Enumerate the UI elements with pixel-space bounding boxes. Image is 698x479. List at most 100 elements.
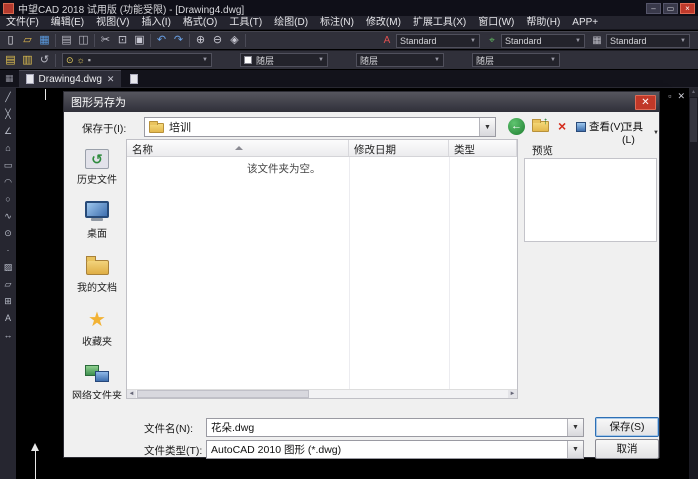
file-name-input[interactable]: [207, 422, 567, 434]
redo-icon[interactable]: ↷: [170, 33, 187, 48]
up-one-level-icon[interactable]: [532, 121, 549, 132]
bylayer-combo-1[interactable]: 随层▼: [240, 53, 328, 67]
save-file-icon[interactable]: ▦: [36, 33, 53, 48]
column-header-3[interactable]: 类型: [449, 140, 517, 156]
text-icon[interactable]: A: [2, 312, 15, 325]
column-header-2[interactable]: 修改日期: [349, 140, 449, 156]
open-file-icon[interactable]: ▱: [19, 33, 36, 48]
delete-icon[interactable]: ×: [558, 118, 566, 134]
menu-item-2[interactable]: 编辑(E): [45, 16, 90, 30]
horizontal-scrollbar[interactable]: ◄ ►: [127, 389, 517, 398]
style-group-text-style: AStandard▼: [381, 34, 480, 48]
place-desktop[interactable]: 桌面: [82, 199, 112, 240]
tab-close-icon[interactable]: ✕: [107, 74, 115, 85]
scroll-left-icon[interactable]: ◄: [127, 390, 136, 398]
pan-icon[interactable]: ◈: [226, 33, 243, 48]
layer-combo[interactable]: ⊙☼▪ ▼: [62, 53, 212, 67]
dim-style-icon[interactable]: ⌖: [486, 35, 498, 46]
close-icon[interactable]: ×: [680, 3, 695, 14]
scroll-up-icon[interactable]: ▴: [689, 88, 698, 97]
column-header-1[interactable]: 名称: [127, 140, 349, 156]
move-icon[interactable]: ↔: [2, 329, 15, 342]
tab-drawing4[interactable]: Drawing4.dwg ✕: [19, 70, 122, 88]
bylayer-combo-2[interactable]: 随层▼: [356, 53, 444, 67]
menu-item-10[interactable]: 扩展工具(X): [407, 16, 472, 30]
back-icon[interactable]: ←: [508, 118, 525, 135]
menu-item-4[interactable]: 插入(I): [135, 16, 176, 30]
dim-style-combo[interactable]: Standard▼: [501, 34, 585, 48]
line-icon[interactable]: ╱: [2, 91, 15, 104]
zoom-in-icon[interactable]: ⊕: [192, 33, 209, 48]
place-favorites[interactable]: 收藏夹: [82, 307, 112, 348]
toolbar-separator: [245, 34, 246, 47]
plot-preview-icon[interactable]: ◫: [75, 33, 92, 48]
minimize-icon[interactable]: –: [646, 3, 661, 14]
arc-icon[interactable]: ◠: [2, 176, 15, 189]
scrollbar-thumb[interactable]: [690, 98, 697, 142]
menu-item-13[interactable]: APP+: [566, 16, 604, 30]
bylayer-combo-3[interactable]: 随层▼: [472, 53, 560, 67]
scrollbar-thumb[interactable]: [137, 390, 309, 398]
table-style-combo[interactable]: Standard▼: [606, 34, 690, 48]
file-type-label: 文件类型(T):: [144, 443, 202, 458]
sun-icon[interactable]: ☼: [77, 55, 85, 65]
lock-icon[interactable]: ▪: [88, 55, 91, 65]
table-icon[interactable]: ⊞: [2, 295, 15, 308]
paste-icon[interactable]: ▣: [131, 33, 148, 48]
menu-item-12[interactable]: 帮助(H): [520, 16, 566, 30]
chevron-down-icon[interactable]: ▼: [567, 419, 583, 436]
doc-close-icon[interactable]: ✕: [677, 91, 685, 102]
copy-icon[interactable]: ⊡: [114, 33, 131, 48]
layer-properties-icon[interactable]: ▤: [2, 53, 19, 68]
chevron-down-icon[interactable]: ▼: [479, 118, 495, 136]
chevron-down-icon[interactable]: ▼: [567, 441, 583, 458]
plot-icon[interactable]: ▤: [58, 33, 75, 48]
polygon-icon[interactable]: ⌂: [2, 142, 15, 155]
vertical-scrollbar[interactable]: ▴: [689, 88, 698, 479]
menu-item-3[interactable]: 视图(V): [90, 16, 135, 30]
menu-item-7[interactable]: 绘图(D): [268, 16, 314, 30]
zoom-out-icon[interactable]: ⊖: [209, 33, 226, 48]
revision-cloud-icon[interactable]: ∿: [2, 210, 15, 223]
combo-value: Standard: [505, 36, 542, 46]
hatch-icon[interactable]: ▨: [2, 261, 15, 274]
place-history[interactable]: 历史文件: [77, 149, 117, 186]
tab-menu-icon[interactable]: ▦: [5, 73, 14, 84]
point-icon[interactable]: ·: [2, 244, 15, 257]
list-body[interactable]: 该文件夹为空。: [127, 157, 517, 389]
text-style-combo[interactable]: Standard▼: [396, 34, 480, 48]
tools-menu-button[interactable]: 工具(L) ▼: [622, 119, 659, 146]
text-style-icon[interactable]: A: [381, 35, 393, 46]
table-style-icon[interactable]: ▦: [591, 35, 603, 46]
save-button[interactable]: 保存(S): [595, 417, 659, 437]
rectangle-icon[interactable]: ▭: [2, 159, 15, 172]
menu-item-8[interactable]: 标注(N): [314, 16, 360, 30]
scroll-right-icon[interactable]: ►: [508, 390, 517, 398]
cancel-button[interactable]: 取消: [595, 439, 659, 459]
maximize-icon[interactable]: ▭: [663, 3, 678, 14]
dialog-close-icon[interactable]: ✕: [635, 95, 656, 110]
menu-item-11[interactable]: 窗口(W): [472, 16, 520, 30]
ellipse-icon[interactable]: ⊙: [2, 227, 15, 240]
layer-previous-icon[interactable]: ↺: [36, 53, 53, 68]
cut-icon[interactable]: ✂: [97, 33, 114, 48]
menu-item-5[interactable]: 格式(O): [177, 16, 223, 30]
polyline-icon[interactable]: ∠: [2, 125, 15, 138]
menu-item-1[interactable]: 文件(F): [0, 16, 45, 30]
layer-states-icon[interactable]: ▥: [19, 53, 36, 68]
menu-item-6[interactable]: 工具(T): [223, 16, 268, 30]
undo-icon[interactable]: ↶: [153, 33, 170, 48]
circle-icon[interactable]: ○: [2, 193, 15, 206]
file-type-combo[interactable]: AutoCAD 2010 图形 (*.dwg) ▼: [206, 440, 584, 459]
dialog-title-bar[interactable]: 图形另存为 ✕: [64, 92, 659, 112]
bulb-icon[interactable]: ⊙: [66, 55, 74, 65]
folder-combo[interactable]: 培训 ▼: [144, 117, 496, 137]
construction-line-icon[interactable]: ╳: [2, 108, 15, 121]
region-icon[interactable]: ▱: [2, 278, 15, 291]
place-network[interactable]: 网络文件夹: [72, 361, 122, 399]
place-documents[interactable]: 我的文档: [77, 253, 117, 294]
doc-restore-icon[interactable]: ▫: [668, 91, 671, 102]
new-file-icon[interactable]: ▯: [2, 33, 19, 48]
new-drawing-icon[interactable]: [130, 74, 138, 84]
menu-item-9[interactable]: 修改(M): [360, 16, 407, 30]
